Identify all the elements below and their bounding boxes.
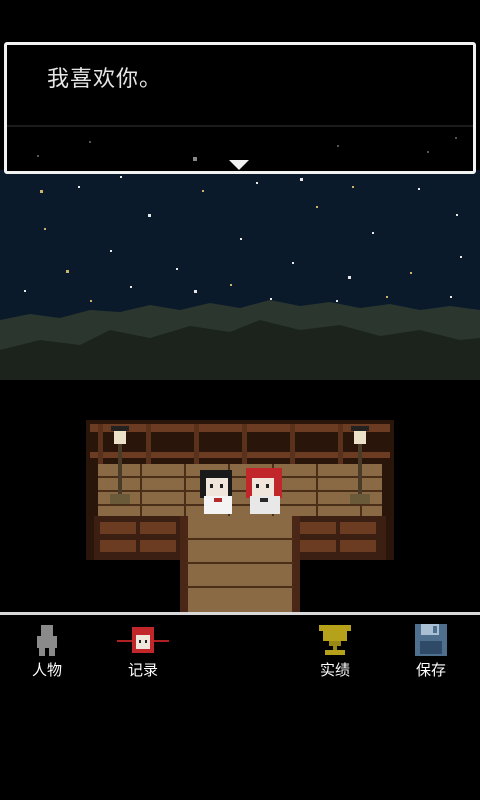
star [202, 190, 204, 192]
achievements-button[interactable]: 实绩 [300, 623, 370, 693]
star [110, 250, 112, 252]
star [456, 214, 458, 216]
star [460, 256, 462, 258]
floppy-disk-icon [415, 624, 447, 656]
star [240, 238, 242, 240]
star [194, 290, 197, 293]
star [40, 190, 43, 193]
red-haired-girl-icon [117, 627, 169, 653]
red-haired-girl-sprite [246, 468, 282, 514]
records-label: 记录 [127, 661, 158, 679]
star [120, 176, 122, 178]
star [410, 272, 412, 274]
star [336, 300, 338, 302]
star [300, 178, 303, 181]
characters-button[interactable]: 人物 [12, 623, 82, 693]
star [348, 276, 351, 279]
dialog-box[interactable]: 我喜欢你。 [4, 42, 476, 174]
star [176, 268, 178, 270]
dark-haired-girl-sprite [200, 470, 232, 514]
star [44, 228, 46, 230]
star [230, 284, 232, 286]
achievements-label: 实绩 [319, 661, 350, 679]
star [130, 286, 132, 288]
records-button[interactable]: 记录 [108, 623, 178, 693]
trophy-icon [319, 625, 351, 655]
star [450, 296, 452, 298]
person-silhouette-icon [37, 625, 57, 656]
star [292, 262, 294, 264]
save-button[interactable]: 保存 [396, 623, 466, 693]
dialog-text: 我喜欢你。 [47, 67, 163, 92]
star [352, 186, 354, 188]
star [148, 214, 151, 217]
star [386, 296, 388, 298]
bottom-menu: 人物 记录 实绩 保存 [0, 615, 480, 800]
star [24, 290, 26, 292]
continue-arrow-icon[interactable] [229, 160, 249, 170]
star [90, 300, 92, 302]
star [66, 270, 69, 273]
star [418, 188, 420, 190]
save-label: 保存 [415, 661, 446, 679]
star [316, 206, 318, 208]
star [372, 232, 374, 234]
star [270, 298, 272, 300]
star [78, 186, 80, 188]
sky-gradient [0, 170, 480, 330]
characters-label: 人物 [31, 661, 62, 679]
star [256, 182, 258, 184]
